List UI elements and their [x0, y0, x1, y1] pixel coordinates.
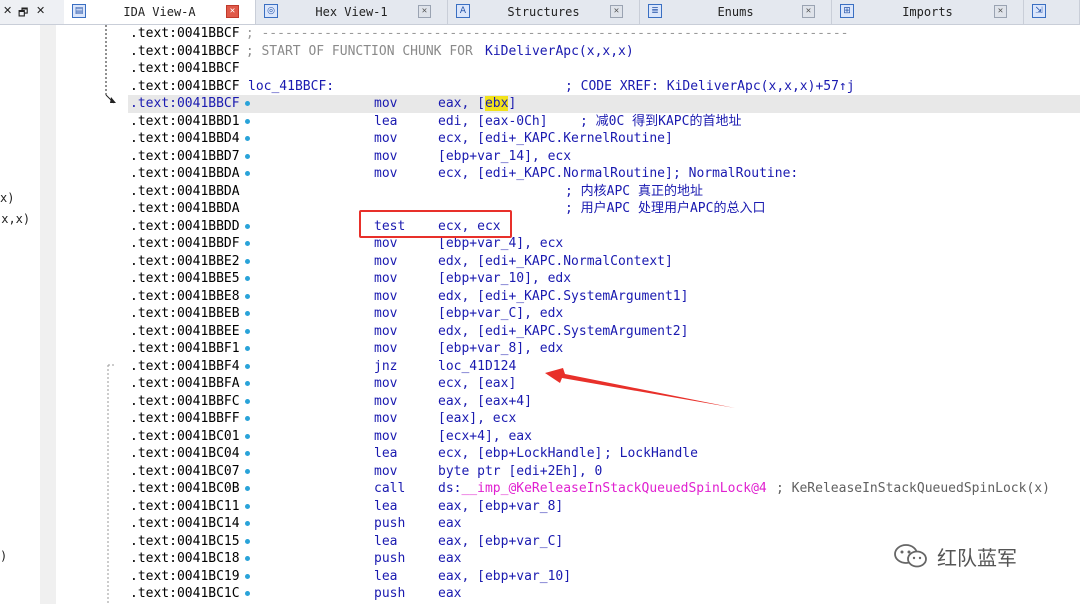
- watermark-text: 红队蓝军: [937, 545, 1017, 570]
- watermark: 红队蓝军: [893, 540, 1017, 572]
- arrow-shape: [545, 368, 735, 408]
- wechat-icon: [894, 544, 927, 568]
- annotation-arrow: [545, 368, 735, 408]
